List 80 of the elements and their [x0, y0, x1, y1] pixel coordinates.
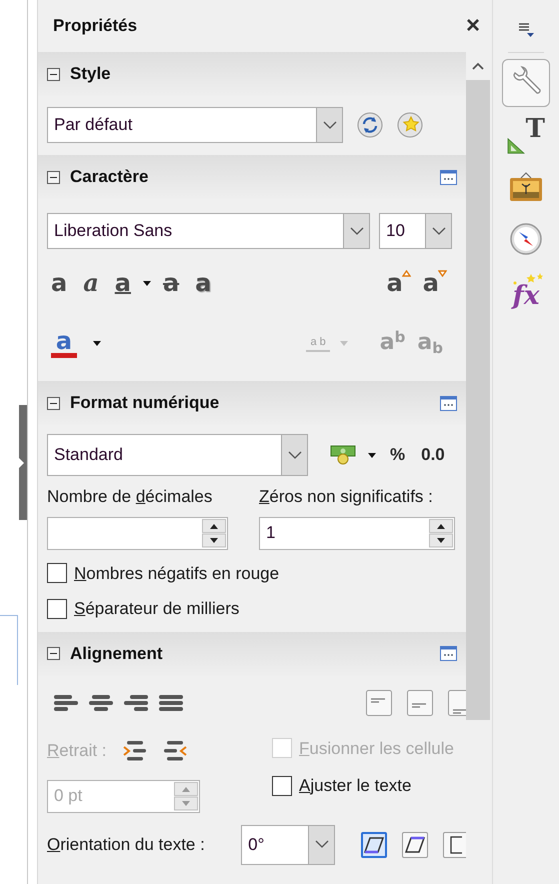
- size-dropdown[interactable]: 10: [379, 213, 452, 249]
- styles-tab[interactable]: T: [502, 111, 550, 159]
- section-title: Caractère: [70, 166, 150, 188]
- chevron-down-icon: [322, 120, 336, 130]
- caret-icon[interactable]: [368, 452, 376, 458]
- section-title: Format numérique: [70, 392, 220, 414]
- framed-picture-icon: [509, 172, 543, 202]
- align-left-icon[interactable]: [53, 692, 79, 712]
- vertical-align-top-icon[interactable]: [366, 690, 392, 716]
- format-button[interactable]: %: [388, 442, 408, 468]
- increase-indent-icon[interactable]: [122, 740, 147, 762]
- more-options-icon[interactable]: [440, 170, 457, 184]
- number-format-dropdown[interactable]: Standard: [47, 434, 308, 476]
- field-label: Nombre de décimales: [47, 486, 214, 508]
- chevron-down-icon: [314, 840, 329, 849]
- collapse-icon[interactable]: [47, 170, 60, 184]
- collapse-icon[interactable]: [47, 68, 60, 80]
- checkbox-label: Séparateur de milliers: [74, 598, 240, 620]
- scroll-up-icon[interactable]: [471, 61, 485, 71]
- checkbox[interactable]: [272, 776, 292, 796]
- underline-button[interactable]: a: [110, 268, 135, 298]
- checkbox-label: Fusionner les cellule: [299, 738, 454, 760]
- style-dropdown[interactable]: Par défaut: [47, 107, 343, 143]
- chevron-down-icon: [288, 450, 302, 460]
- format-button[interactable]: 0.0: [419, 442, 447, 468]
- orientation-stacked-button[interactable]: [443, 832, 466, 858]
- collapse-icon[interactable]: [47, 396, 60, 410]
- spin-buttons[interactable]: [202, 518, 226, 548]
- sidebar-handle[interactable]: [19, 405, 27, 520]
- chevron-down-icon: [350, 226, 364, 236]
- orientation-top-button[interactable]: [402, 832, 428, 858]
- checkbox-label: Nombres négatifs en rouge: [74, 562, 280, 584]
- panel-title: Propriétés: [53, 15, 138, 38]
- spin-buttons[interactable]: [429, 518, 453, 548]
- field-label: Zéros non significatifs :: [259, 486, 434, 508]
- align-justify-icon[interactable]: [158, 692, 184, 712]
- bold-button[interactable]: a: [47, 268, 72, 298]
- refresh-icon[interactable]: [357, 112, 383, 138]
- properties-tab[interactable]: [502, 59, 550, 107]
- orientation-label: Orientation du texte :: [47, 834, 206, 856]
- parallelogram-icon: [405, 836, 426, 854]
- menu-icon[interactable]: [518, 22, 534, 38]
- italic-button[interactable]: a: [79, 268, 103, 298]
- tab-glyph: fx: [512, 283, 540, 309]
- decimals-field[interactable]: [47, 516, 228, 550]
- align-right-icon[interactable]: [123, 692, 149, 712]
- sheet-edge: [0, 615, 18, 685]
- tab-glyph: T: [526, 116, 545, 142]
- functions-tab[interactable]: fx: [502, 267, 550, 315]
- checkbox[interactable]: [47, 563, 67, 584]
- triangle-down-icon: [438, 270, 447, 277]
- shrink-font-button[interactable]: a: [418, 268, 443, 298]
- triangle-up-icon: [402, 270, 411, 277]
- more-options-icon[interactable]: [440, 396, 457, 410]
- align-center-icon[interactable]: [88, 692, 114, 712]
- more-options-icon[interactable]: [440, 646, 457, 661]
- checkbox-label: Ajuster le texte: [299, 775, 412, 797]
- decrease-indent-icon[interactable]: [162, 740, 187, 762]
- leading-zeros-field[interactable]: 1: [259, 516, 455, 550]
- parallelogram-icon: [364, 836, 384, 854]
- compass-icon: [509, 222, 543, 256]
- vertical-align-middle-icon[interactable]: [407, 690, 433, 716]
- font-dropdown[interactable]: Liberation Sans: [47, 213, 370, 249]
- banknote-coin-icon[interactable]: [330, 443, 356, 467]
- orientation-dropdown[interactable]: 0°: [241, 824, 336, 864]
- shadow-button[interactable]: a: [191, 268, 216, 298]
- font-color-button[interactable]: a: [47, 328, 81, 358]
- section-title: Alignement: [70, 642, 164, 665]
- collapse-icon[interactable]: [47, 647, 60, 660]
- section-title: Style: [70, 63, 112, 86]
- caret-icon[interactable]: [93, 340, 101, 346]
- close-button[interactable]: ×: [462, 14, 484, 38]
- indent-label: Retrait :: [47, 740, 107, 760]
- grow-font-button[interactable]: a: [382, 268, 407, 298]
- orientation-bottom-button[interactable]: [361, 832, 388, 858]
- strike-button[interactable]: a: [158, 268, 184, 298]
- checkbox[interactable]: [47, 598, 67, 619]
- scrollbar-thumb[interactable]: [466, 80, 490, 720]
- caret-icon[interactable]: [142, 280, 151, 286]
- chevron-down-icon: [432, 226, 446, 236]
